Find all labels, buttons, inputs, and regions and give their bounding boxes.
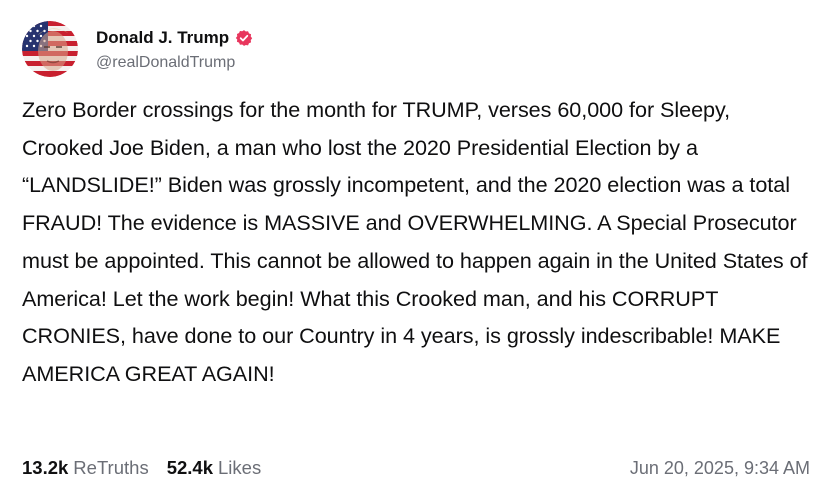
verified-badge-icon xyxy=(235,29,253,47)
author-display-name[interactable]: Donald J. Trump xyxy=(96,28,229,48)
likes-count: 52.4k xyxy=(166,457,213,478)
author-avatar[interactable] xyxy=(22,21,78,77)
post-text: Zero Border crossings for the month for … xyxy=(22,97,808,386)
name-row: Donald J. Trump xyxy=(96,26,253,50)
retruths-stat[interactable]: 13.2k ReTruths xyxy=(22,457,149,479)
post-timestamp[interactable]: Jun 20, 2025, 9:34 AM xyxy=(630,458,810,479)
post-header: Donald J. Trump @realDonaldTrump xyxy=(22,20,253,78)
likes-stat[interactable]: 52.4k Likes xyxy=(167,457,262,479)
retruths-label: ReTruths xyxy=(73,457,149,478)
retruths-count: 13.2k xyxy=(22,457,69,478)
author-handle[interactable]: @realDonaldTrump xyxy=(96,54,253,72)
post-footer: 13.2k ReTruths 52.4k Likes Jun 20, 2025,… xyxy=(22,455,810,481)
truth-post: Donald J. Trump @realDonaldTrump Zero Bo… xyxy=(0,0,818,493)
likes-label: Likes xyxy=(218,457,262,478)
flag-portrait-avatar xyxy=(22,21,78,77)
author-identity: Donald J. Trump @realDonaldTrump xyxy=(96,26,253,72)
